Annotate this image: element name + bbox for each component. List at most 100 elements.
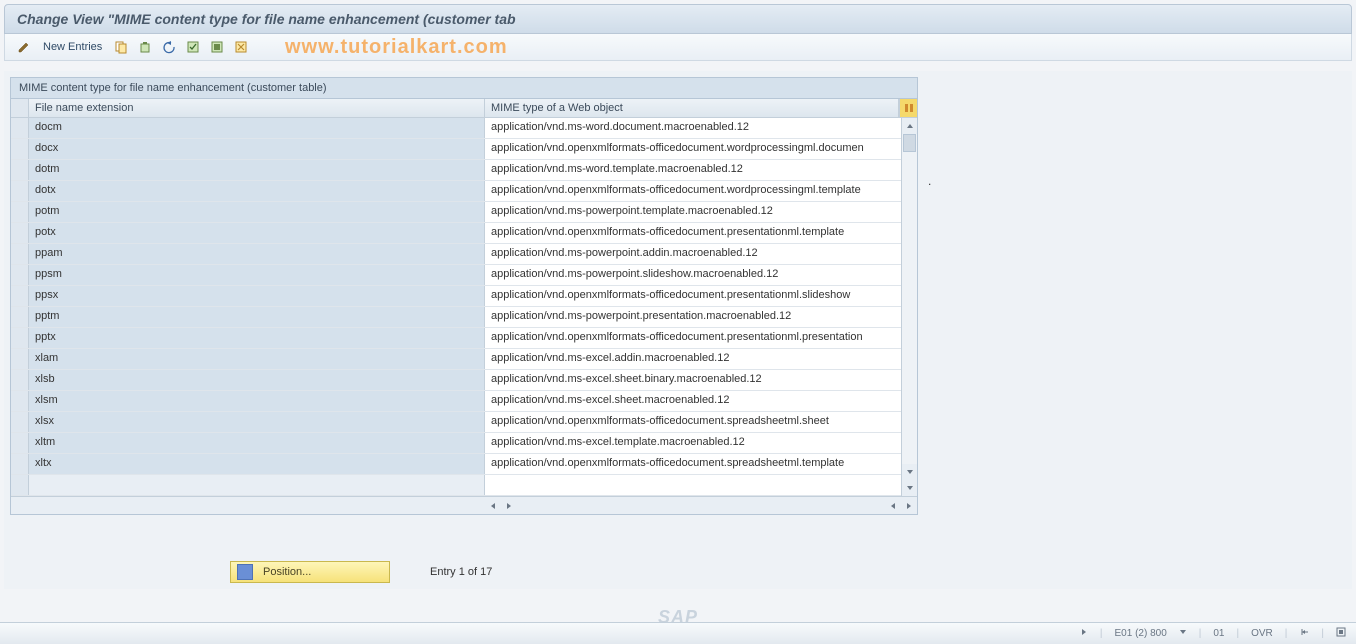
row-selector[interactable] — [11, 265, 29, 285]
cell-mimetype[interactable]: application/vnd.ms-powerpoint.addin.macr… — [485, 244, 901, 264]
cell-mimetype[interactable]: application/vnd.ms-excel.addin.macroenab… — [485, 349, 901, 369]
table-row[interactable]: dotxapplication/vnd.openxmlformats-offic… — [11, 181, 917, 202]
cell-mimetype[interactable]: application/vnd.openxmlformats-officedoc… — [485, 412, 901, 432]
table-row[interactable] — [11, 475, 917, 496]
table-row[interactable]: ppsxapplication/vnd.openxmlformats-offic… — [11, 286, 917, 307]
row-selector-header[interactable] — [11, 99, 29, 117]
row-selector[interactable] — [11, 370, 29, 390]
hscroll-right-inner-icon[interactable] — [501, 497, 517, 514]
copy-as-icon[interactable] — [112, 38, 130, 56]
cell-extension[interactable] — [29, 475, 485, 495]
row-selector[interactable] — [11, 286, 29, 306]
cell-mimetype[interactable]: application/vnd.openxmlformats-officedoc… — [485, 328, 901, 348]
table-row[interactable]: ppsmapplication/vnd.ms-powerpoint.slides… — [11, 265, 917, 286]
cell-mimetype[interactable]: application/vnd.ms-excel.template.macroe… — [485, 433, 901, 453]
cell-mimetype[interactable]: application/vnd.openxmlformats-officedoc… — [485, 286, 901, 306]
cell-extension[interactable]: ppsx — [29, 286, 485, 306]
cell-mimetype[interactable] — [485, 475, 901, 495]
cell-mimetype[interactable]: application/vnd.ms-powerpoint.presentati… — [485, 307, 901, 327]
cell-mimetype[interactable]: application/vnd.openxmlformats-officedoc… — [485, 181, 901, 201]
table-row[interactable]: xlsmapplication/vnd.ms-excel.sheet.macro… — [11, 391, 917, 412]
table-row[interactable]: dotmapplication/vnd.ms-word.template.mac… — [11, 160, 917, 181]
table-row[interactable]: xltxapplication/vnd.openxmlformats-offic… — [11, 454, 917, 475]
new-entries-button[interactable]: New Entries — [39, 41, 106, 53]
cell-extension[interactable]: ppsm — [29, 265, 485, 285]
status-expand-icon[interactable] — [1080, 628, 1088, 639]
vscroll-track[interactable] — [902, 134, 917, 464]
cell-extension[interactable]: pptx — [29, 328, 485, 348]
row-selector[interactable] — [11, 244, 29, 264]
deselect-all-icon[interactable] — [232, 38, 250, 56]
table-settings-icon[interactable] — [899, 99, 917, 117]
cell-extension[interactable]: docm — [29, 118, 485, 138]
cell-extension[interactable]: potm — [29, 202, 485, 222]
table-row[interactable]: docxapplication/vnd.openxmlformats-offic… — [11, 139, 917, 160]
table-row[interactable]: ppamapplication/vnd.ms-powerpoint.addin.… — [11, 244, 917, 265]
table-row[interactable]: xlsbapplication/vnd.ms-excel.sheet.binar… — [11, 370, 917, 391]
hscroll-left-inner-icon[interactable] — [885, 497, 901, 514]
status-system[interactable]: E01 (2) 800 — [1115, 628, 1167, 639]
cell-mimetype[interactable]: application/vnd.openxmlformats-officedoc… — [485, 454, 901, 474]
delete-icon[interactable] — [136, 38, 154, 56]
cell-extension[interactable]: xlsb — [29, 370, 485, 390]
status-tab-left-icon[interactable] — [1299, 628, 1309, 639]
row-selector[interactable] — [11, 433, 29, 453]
cell-extension[interactable]: xltm — [29, 433, 485, 453]
row-selector[interactable] — [11, 412, 29, 432]
table-row[interactable]: pptxapplication/vnd.openxmlformats-offic… — [11, 328, 917, 349]
cell-mimetype[interactable]: application/vnd.ms-excel.sheet.macroenab… — [485, 391, 901, 411]
select-all-icon[interactable] — [184, 38, 202, 56]
table-row[interactable]: potmapplication/vnd.ms-powerpoint.templa… — [11, 202, 917, 223]
scroll-up-icon[interactable] — [902, 118, 917, 134]
undo-change-icon[interactable] — [160, 38, 178, 56]
horizontal-scrollbar[interactable] — [11, 496, 917, 514]
table-row[interactable]: potxapplication/vnd.openxmlformats-offic… — [11, 223, 917, 244]
position-button[interactable]: Position... — [230, 561, 390, 583]
row-selector[interactable] — [11, 202, 29, 222]
row-selector[interactable] — [11, 118, 29, 138]
row-selector[interactable] — [11, 307, 29, 327]
row-selector[interactable] — [11, 475, 29, 495]
cell-extension[interactable]: xlsx — [29, 412, 485, 432]
cell-mimetype[interactable]: application/vnd.openxmlformats-officedoc… — [485, 139, 901, 159]
hscroll-right-icon[interactable] — [901, 497, 917, 514]
cell-extension[interactable]: docx — [29, 139, 485, 159]
cell-extension[interactable]: pptm — [29, 307, 485, 327]
table-row[interactable]: xltmapplication/vnd.ms-excel.template.ma… — [11, 433, 917, 454]
cell-extension[interactable]: xltx — [29, 454, 485, 474]
vscroll-thumb[interactable] — [903, 134, 916, 152]
cell-mimetype[interactable]: application/vnd.ms-powerpoint.template.m… — [485, 202, 901, 222]
cell-mimetype[interactable]: application/vnd.ms-word.template.macroen… — [485, 160, 901, 180]
table-row[interactable]: pptmapplication/vnd.ms-powerpoint.presen… — [11, 307, 917, 328]
row-selector[interactable] — [11, 454, 29, 474]
cell-extension[interactable]: xlam — [29, 349, 485, 369]
table-row[interactable]: docmapplication/vnd.ms-word.document.mac… — [11, 118, 917, 139]
table-row[interactable]: xlamapplication/vnd.ms-excel.addin.macro… — [11, 349, 917, 370]
row-selector[interactable] — [11, 328, 29, 348]
status-dropdown-icon[interactable] — [1179, 628, 1187, 639]
cell-extension[interactable]: xlsm — [29, 391, 485, 411]
cell-mimetype[interactable]: application/vnd.ms-word.document.macroen… — [485, 118, 901, 138]
row-selector[interactable] — [11, 139, 29, 159]
vertical-scrollbar[interactable] — [901, 118, 917, 496]
cell-extension[interactable]: potx — [29, 223, 485, 243]
cell-extension[interactable]: dotm — [29, 160, 485, 180]
cell-mimetype[interactable]: application/vnd.ms-powerpoint.slideshow.… — [485, 265, 901, 285]
scroll-down-icon-upper[interactable] — [902, 464, 917, 480]
row-selector[interactable] — [11, 391, 29, 411]
hscroll-left-icon[interactable] — [485, 497, 501, 514]
status-local-layout-icon[interactable] — [1336, 627, 1346, 640]
row-selector[interactable] — [11, 349, 29, 369]
cell-mimetype[interactable]: application/vnd.openxmlformats-officedoc… — [485, 223, 901, 243]
scroll-down-icon[interactable] — [902, 480, 917, 496]
cell-extension[interactable]: ppam — [29, 244, 485, 264]
cell-mimetype[interactable]: application/vnd.ms-excel.sheet.binary.ma… — [485, 370, 901, 390]
select-block-icon[interactable] — [208, 38, 226, 56]
toggle-display-change-icon[interactable] — [15, 38, 33, 56]
table-row[interactable]: xlsxapplication/vnd.openxmlformats-offic… — [11, 412, 917, 433]
cell-extension[interactable]: dotx — [29, 181, 485, 201]
row-selector[interactable] — [11, 181, 29, 201]
row-selector[interactable] — [11, 160, 29, 180]
row-selector[interactable] — [11, 223, 29, 243]
column-header-extension[interactable]: File name extension — [29, 99, 485, 117]
